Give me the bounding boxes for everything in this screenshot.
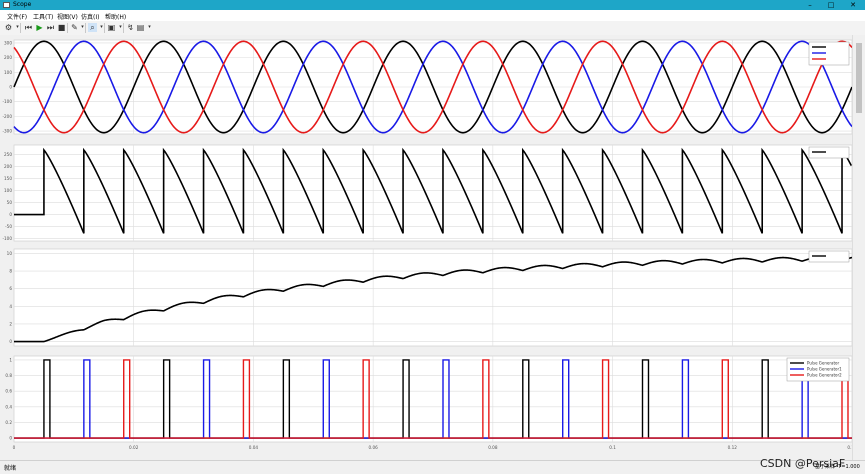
x-tick-label: 0 xyxy=(13,445,16,450)
y-tick-label: 150 xyxy=(4,176,12,181)
dropdown-icon[interactable]: ▾ xyxy=(145,23,154,32)
menu-help[interactable]: 帮助(H) xyxy=(105,12,126,21)
scope-axes-2: 250 200 150 100 50 0 -50 -100 xyxy=(2,144,853,242)
axes-background xyxy=(13,248,853,347)
menu-view[interactable]: 视图(V) xyxy=(57,12,78,21)
y-tick-label: -300 xyxy=(2,129,12,134)
status-text: 就绪 xyxy=(4,465,17,472)
legend-entry: Pulse Generator2 xyxy=(807,373,842,378)
axes-background xyxy=(13,355,853,443)
fit-axes-icon[interactable]: ▣ xyxy=(107,23,116,32)
zoom-icon[interactable]: ⌕ xyxy=(88,23,97,32)
y-tick-label: 300 xyxy=(4,40,12,45)
y-tick-label: 0.4 xyxy=(5,404,12,409)
plot-area: 300 200 100 0 -100 -200 -300 250 200 150 100 50 0 -50… xyxy=(0,35,865,460)
y-tick-label: -200 xyxy=(2,114,12,119)
scope-app-icon xyxy=(3,2,10,8)
y-tick-label: 100 xyxy=(4,70,12,75)
menu-file[interactable]: 文件(F) xyxy=(7,12,27,21)
minimize-button[interactable]: – xyxy=(800,0,820,10)
x-tick-label: 0.1 xyxy=(609,445,616,450)
x-tick-label: 0.02 xyxy=(129,445,139,450)
y-tick-label: -100 xyxy=(2,236,12,241)
toolbar-separator xyxy=(67,23,68,33)
y-tick-label: 0.8 xyxy=(5,373,12,378)
toolbar-separator xyxy=(104,23,105,33)
cursor-measurement-icon[interactable]: ▤ xyxy=(136,23,145,32)
y-tick-label: 0.6 xyxy=(5,389,12,394)
y-tick-label: 0.2 xyxy=(5,420,12,425)
triggers-icon[interactable]: ↯ xyxy=(126,23,135,32)
y-tick-label: 8 xyxy=(9,269,12,274)
legend-entry: Pulse Generator1 xyxy=(807,367,842,372)
scrollbar-thumb[interactable] xyxy=(856,43,862,113)
window-title: Scope xyxy=(13,1,32,8)
y-tick-label: 1 xyxy=(9,357,12,362)
toolbar: ⚙ ▾ ⏮ ▶ ⏭ ■ ✎ ▾ ⌕ ▾ ▣ ▾ ↯ ▤ ▾ xyxy=(0,21,865,36)
step-forward-icon[interactable]: ⏭ xyxy=(46,23,55,32)
x-tick-label: 0.12 xyxy=(728,445,738,450)
sample-mode: 基于采样 T=1.000 xyxy=(815,464,860,470)
run-icon[interactable]: ▶ xyxy=(35,23,44,32)
y-tick-label: 2 xyxy=(9,321,12,326)
close-button[interactable]: ✕ xyxy=(843,0,863,10)
x-tick-label: 0.04 xyxy=(249,445,259,450)
x-tick-label: 0.06 xyxy=(368,445,378,450)
scope-axes-3: 10 8 6 4 2 0 xyxy=(7,248,853,347)
menu-tools[interactable]: 工具(T) xyxy=(33,12,53,21)
y-tick-label: 200 xyxy=(4,164,12,169)
menu-bar: 文件(F) 工具(T) 视图(V) 仿真(I) 帮助(H) xyxy=(0,10,865,21)
stop-icon[interactable]: ■ xyxy=(57,23,66,32)
toolbar-separator xyxy=(85,23,86,33)
vertical-scrollbar[interactable] xyxy=(852,35,865,460)
menu-simulation[interactable]: 仿真(I) xyxy=(81,12,99,21)
settings-icon[interactable]: ⚙ xyxy=(4,23,13,32)
maximize-button[interactable]: □ xyxy=(821,0,841,10)
step-back-icon[interactable]: ⏮ xyxy=(24,23,33,32)
y-tick-label: 0 xyxy=(9,339,12,344)
scope-axes-1: 300 200 100 0 -100 -200 -300 xyxy=(2,39,853,135)
y-tick-label: 0 xyxy=(9,212,12,217)
y-tick-label: 100 xyxy=(4,188,12,193)
status-bar: 就绪 CSDN @PersiaF 基于采样 T=1.000 xyxy=(0,457,865,474)
y-tick-label: 0 xyxy=(9,436,12,441)
toolbar-separator xyxy=(20,23,21,33)
scope-axes-4: 10.80.60.40.200 0.02 0.04 0.06 0.08 0.1 0.12 0.… xyxy=(5,355,857,450)
legend-entry: Pulse Generator xyxy=(807,361,839,366)
y-tick-label: -100 xyxy=(2,99,12,104)
y-tick-label: -50 xyxy=(5,224,12,229)
y-tick-label: 6 xyxy=(9,286,12,291)
y-tick-label: 4 xyxy=(9,304,12,309)
x-tick-label: 0.08 xyxy=(488,445,498,450)
y-tick-label: 0 xyxy=(9,85,12,90)
y-tick-label: 200 xyxy=(4,55,12,60)
scope-plots[interactable]: 3002001000-100-200-300250200150100500-50… xyxy=(0,35,857,460)
toolbar-separator xyxy=(123,23,124,33)
y-tick-label: 250 xyxy=(4,152,12,157)
title-bar: Scope – □ ✕ xyxy=(0,0,865,10)
y-tick-label: 50 xyxy=(7,200,13,205)
y-tick-label: 10 xyxy=(7,251,13,256)
